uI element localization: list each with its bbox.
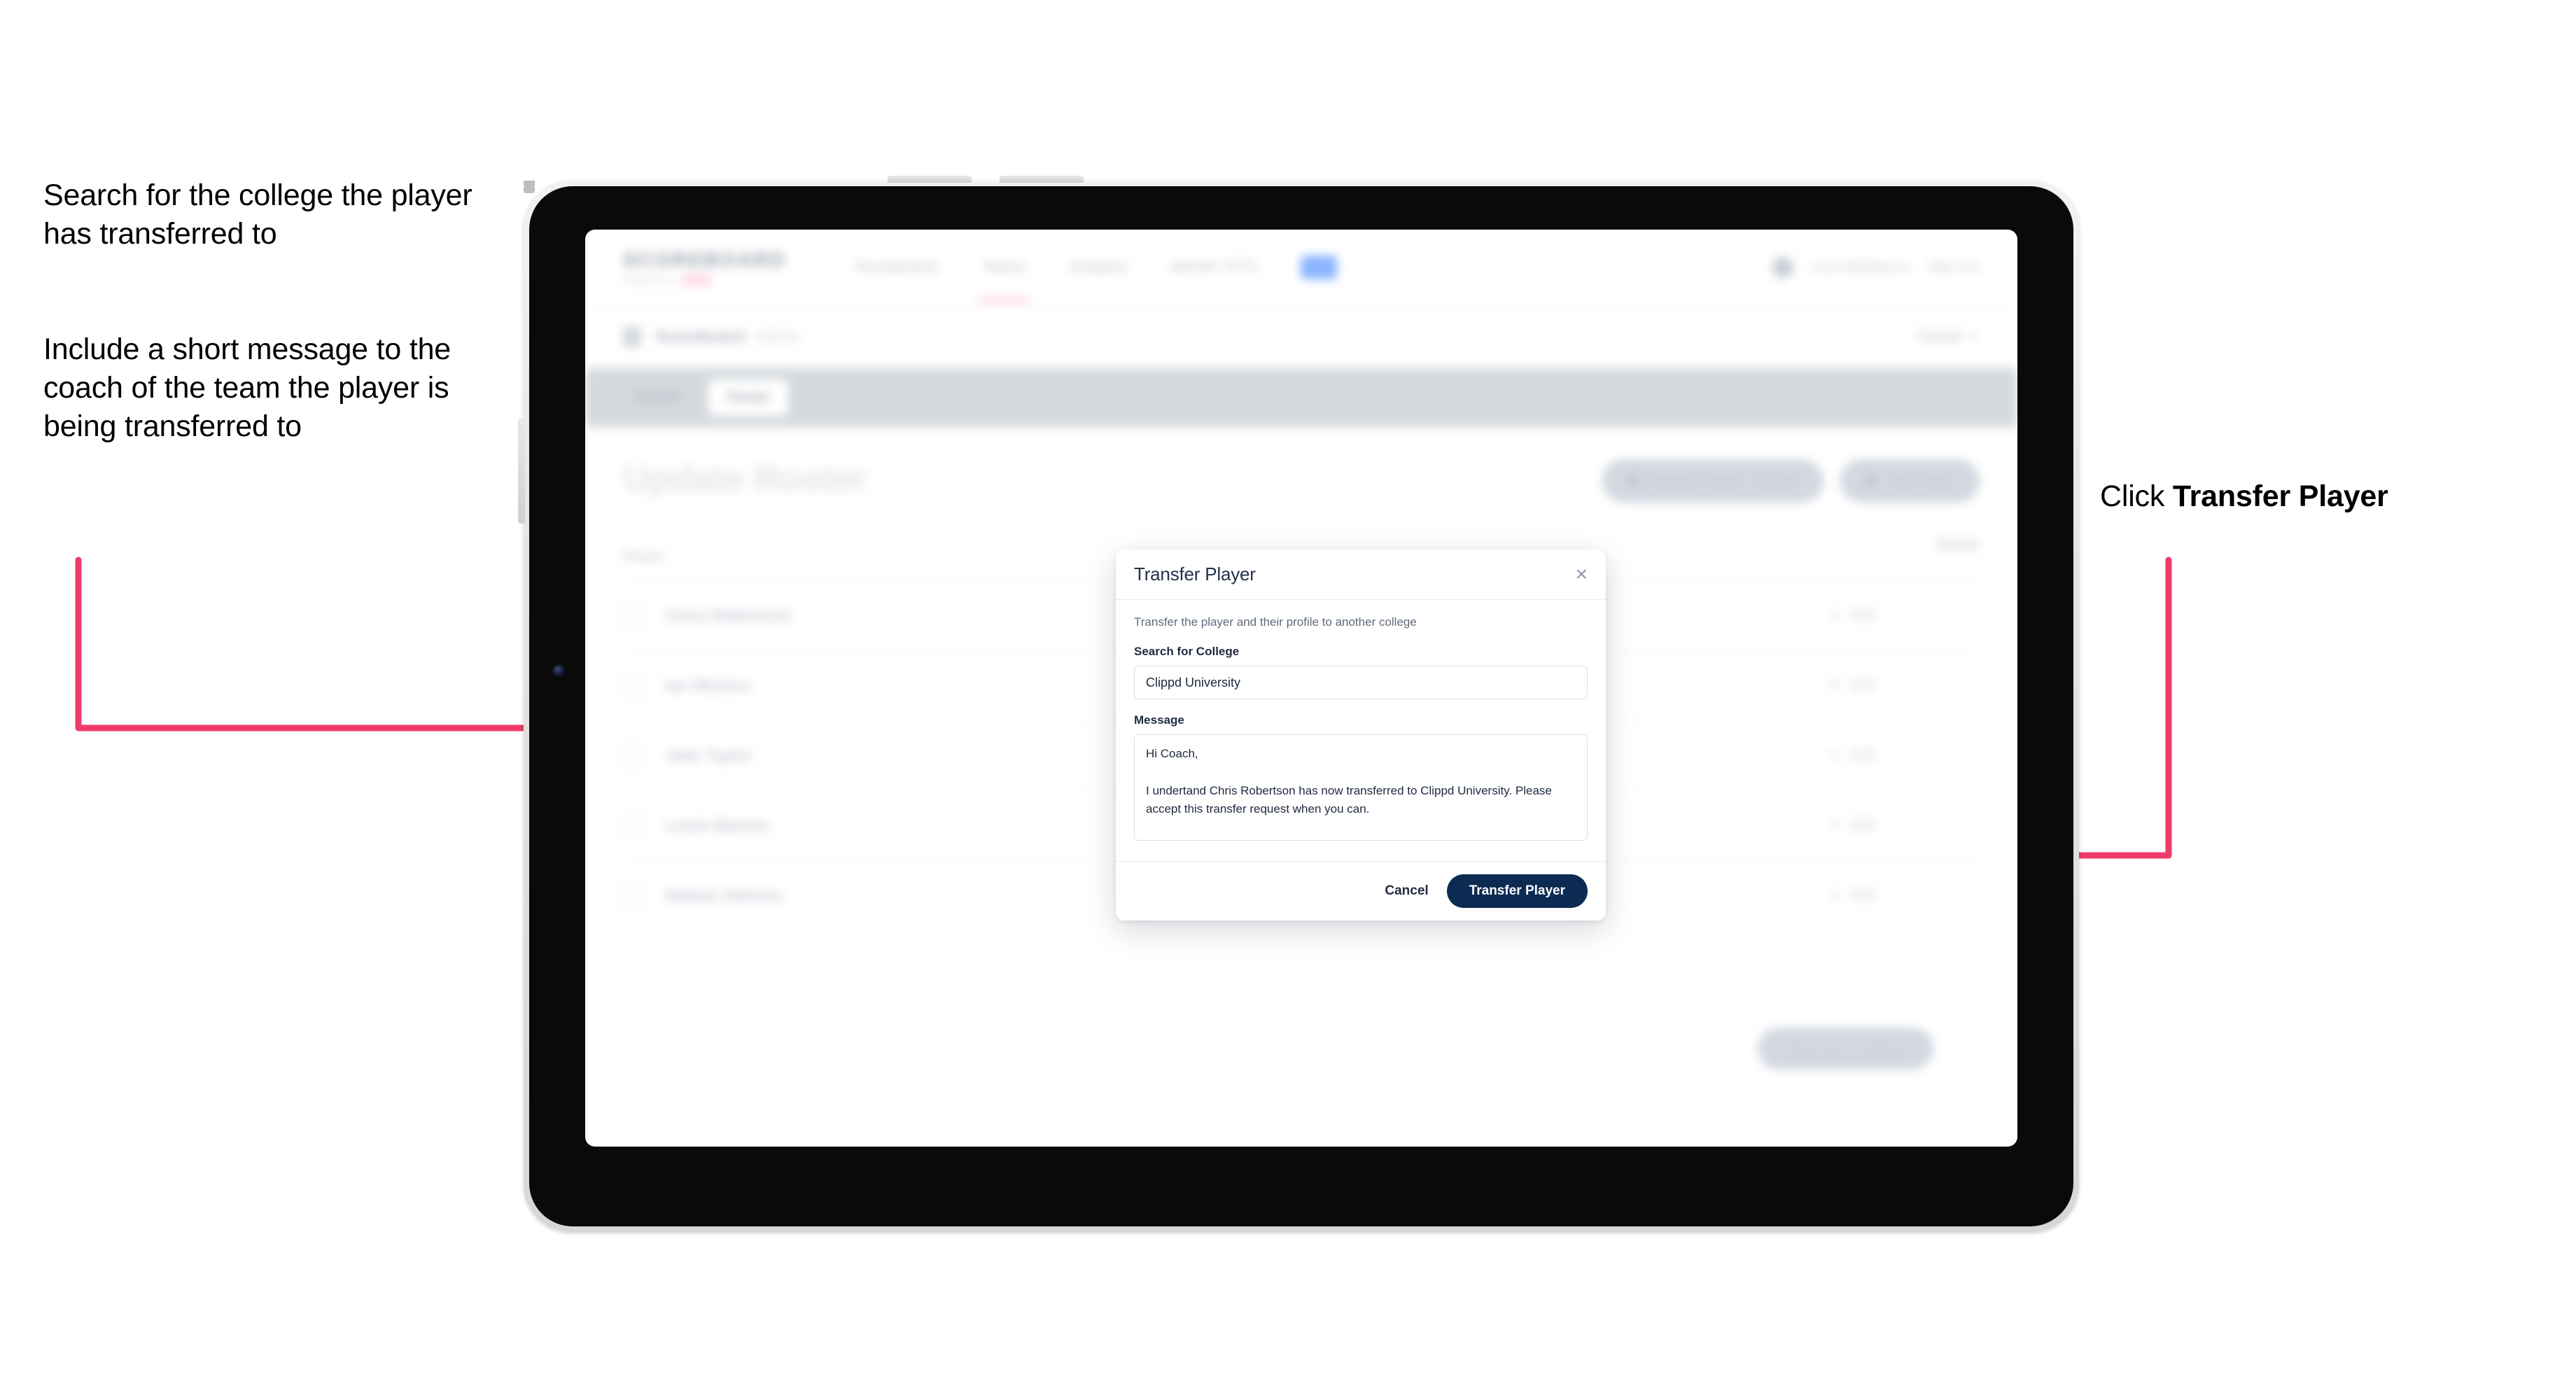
row-player-name: Nathan Holmes — [665, 886, 783, 904]
power-button[interactable] — [518, 419, 525, 524]
tablet-bezel: SCOREBOARD Powered by Tournaments Teams … — [529, 186, 2073, 1226]
college-field-label: Search for College — [1134, 645, 1240, 658]
nav-item-highlighted[interactable] — [1300, 255, 1337, 279]
volume-down-button[interactable] — [1000, 176, 1084, 183]
breadcrumb-cancel-label: Cancel — [1916, 328, 1962, 344]
tablet-device: SCOREBOARD Powered by Tournaments Teams … — [518, 176, 2079, 1232]
row-edit-label: Edit — [1850, 748, 1875, 763]
nav-item-wagr-pts[interactable]: WAGR / PTS — [1171, 259, 1257, 276]
tablet-foot-right — [524, 187, 535, 193]
request-player-transfer-button[interactable]: Request Player Transfer — [1602, 459, 1824, 503]
brand-subtitle: Powered by — [623, 274, 676, 286]
pencil-icon: ✎ — [1828, 748, 1841, 764]
plus-icon — [1864, 474, 1878, 488]
request-player-transfer-label: Request Player Transfer — [1648, 472, 1800, 489]
annotation-prefix: Click — [2100, 479, 2173, 513]
nav-item-analytics[interactable]: Analytics — [1069, 259, 1128, 276]
tab-details[interactable]: Details — [617, 379, 699, 416]
breadcrumb: Scoreboard Admin Cancel ✕ — [585, 305, 2017, 368]
annotation-click-transfer-player: Click Transfer Player — [2100, 477, 2548, 516]
tab-bar: Details Roster — [585, 368, 2017, 427]
row-edit-label: Edit — [1850, 608, 1875, 623]
cancel-button[interactable]: Cancel — [1385, 883, 1428, 899]
tab-roster[interactable]: Roster — [708, 379, 789, 416]
transfer-icon — [1625, 474, 1639, 488]
message-field-group: Message — [1134, 713, 1588, 844]
scoreboard-icon — [623, 326, 641, 347]
modal-title: Transfer Player — [1134, 564, 1256, 584]
row-edit-button[interactable]: ✎ Edit — [1829, 747, 1875, 764]
row-edit-label: Edit — [1850, 888, 1875, 903]
modal-body: Transfer the player and their profile to… — [1116, 600, 1606, 861]
transfer-player-modal: Transfer Player × Transfer the player an… — [1116, 550, 1606, 920]
row-checkbox[interactable] — [623, 885, 644, 906]
annotation-search-college: Search for the college the player has tr… — [43, 178, 472, 251]
breadcrumb-cancel-button[interactable]: Cancel ✕ — [1917, 328, 1980, 345]
close-icon[interactable]: × — [1575, 564, 1588, 585]
user-menu[interactable]: coach@clippd.io Sign Out — [1772, 256, 1980, 278]
tablet-foot-left — [524, 181, 535, 187]
row-checkbox[interactable] — [623, 675, 644, 696]
breadcrumb-main[interactable]: Scoreboard — [655, 327, 745, 346]
sign-out-link[interactable]: Sign Out — [1928, 260, 1980, 275]
avatar — [1772, 256, 1794, 278]
add-player-label: Add Player — [1887, 472, 1956, 489]
row-edit-button[interactable]: ✎ Edit — [1829, 817, 1875, 834]
row-player-name: Jake Taylor — [665, 746, 752, 764]
brand-logo[interactable]: SCOREBOARD Powered by — [623, 249, 786, 286]
app-header: SCOREBOARD Powered by Tournaments Teams … — [585, 230, 2017, 305]
pencil-icon: ✎ — [1828, 888, 1841, 904]
close-icon: ✕ — [1968, 329, 1980, 343]
annotation-bold: Transfer Player — [2172, 479, 2388, 513]
row-checkbox[interactable] — [623, 745, 644, 766]
breadcrumb-sub: Admin — [754, 327, 801, 345]
brand-chip — [681, 274, 711, 286]
row-edit-button[interactable]: ✎ Edit — [1829, 607, 1875, 624]
row-edit-button[interactable]: ✎ Edit — [1829, 887, 1875, 904]
row-checkbox[interactable] — [623, 605, 644, 626]
page-actions: Request Player Transfer Add Player — [1602, 459, 1980, 503]
modal-header: Transfer Player × — [1116, 550, 1606, 600]
nav-item-tournaments[interactable]: Tournaments — [853, 259, 938, 276]
row-player-name: Ian Winters — [665, 676, 752, 694]
row-edit-label: Edit — [1850, 678, 1875, 693]
front-camera-icon — [553, 665, 565, 677]
save-and-continue-label: Save And Continue — [1785, 1040, 1905, 1056]
user-name: coach@clippd.io — [1812, 259, 1910, 274]
search-college-input[interactable] — [1134, 666, 1588, 699]
message-textarea[interactable] — [1134, 734, 1588, 841]
tablet-screen: SCOREBOARD Powered by Tournaments Teams … — [585, 230, 2017, 1147]
nav-item-teams[interactable]: Teams — [977, 259, 1030, 302]
pencil-icon: ✎ — [1828, 818, 1841, 834]
transfer-player-button[interactable]: Transfer Player — [1446, 874, 1588, 908]
roster-column-wagr: WAGR — [1935, 538, 1980, 553]
brand-name: SCOREBOARD — [623, 248, 787, 272]
modal-description: Transfer the player and their profile to… — [1134, 615, 1417, 629]
row-edit-label: Edit — [1850, 818, 1875, 833]
row-player-name: Chris Robertson — [665, 606, 792, 624]
row-player-name: Lewis Barnes — [665, 816, 769, 834]
row-edit-button[interactable]: ✎ Edit — [1829, 677, 1875, 694]
pencil-icon: ✎ — [1828, 608, 1841, 624]
annotation-include-message: Include a short message to the coach of … — [43, 332, 451, 444]
add-player-button[interactable]: Add Player — [1840, 459, 1980, 503]
volume-up-button[interactable] — [888, 176, 972, 183]
main-navigation: Tournaments Teams Analytics WAGR / PTS — [853, 255, 1337, 302]
save-and-continue-button[interactable]: Save And Continue — [1757, 1028, 1933, 1070]
modal-footer: Cancel Transfer Player — [1116, 861, 1606, 920]
message-field-label: Message — [1134, 713, 1184, 727]
row-checkbox[interactable] — [623, 815, 644, 836]
pencil-icon: ✎ — [1828, 678, 1841, 694]
brand-subtitle-row: Powered by — [623, 274, 786, 286]
